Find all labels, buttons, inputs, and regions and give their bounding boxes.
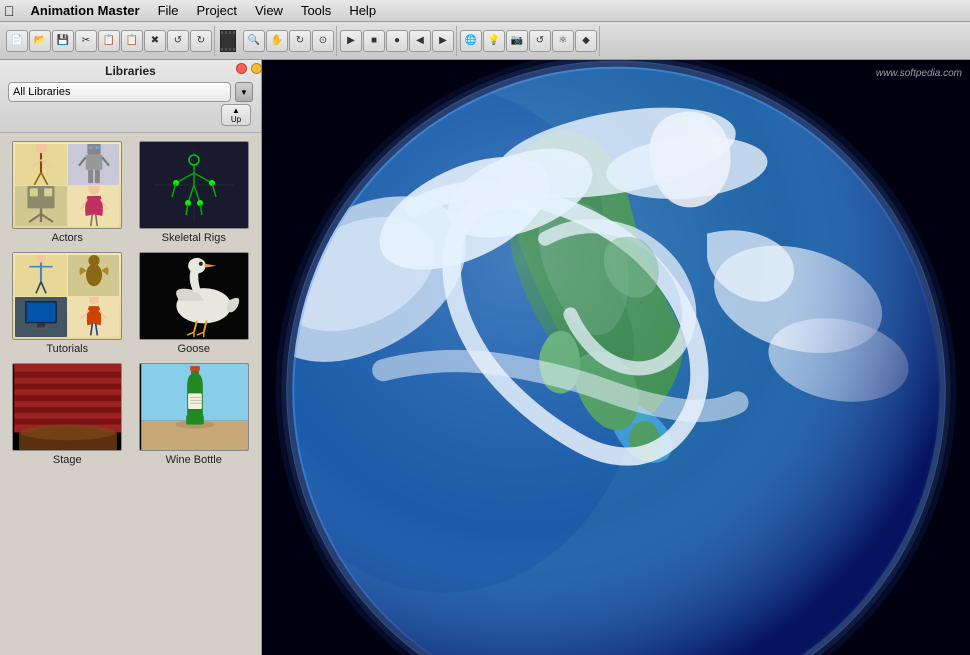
toolbar-play-btn[interactable]: ▶	[340, 30, 362, 52]
toolbar-render-btn[interactable]: 🌐	[460, 30, 482, 52]
toolbar-copy-btn[interactable]: 📋	[98, 30, 120, 52]
library-item-tutorials-label: Tutorials	[46, 343, 88, 355]
toolbar-undo-btn[interactable]: ↺	[167, 30, 189, 52]
toolbar-paste-btn[interactable]: 📋	[121, 30, 143, 52]
toolbar-rotate-btn[interactable]: ↻	[289, 30, 311, 52]
viewport: www.softpedia.com	[262, 60, 970, 655]
menu-help[interactable]: Help	[341, 1, 384, 20]
toolbar-redo-btn[interactable]: ↻	[190, 30, 212, 52]
library-thumb-skeletal	[139, 141, 249, 229]
library-item-stage[interactable]: Stage	[8, 363, 127, 466]
menu-project[interactable]: Project	[189, 1, 245, 20]
library-item-actors-label: Actors	[52, 232, 83, 244]
library-item-skeletal[interactable]: Skeletal Rigs	[135, 141, 254, 244]
toolbar-group-file: 📄 📂 💾 ✂ 📋 📋 ✖ ↺ ↻	[4, 26, 215, 56]
apple-logo-icon[interactable]: 	[4, 3, 15, 19]
library-thumb-stage	[12, 363, 122, 451]
library-thumb-wine-bottle	[139, 363, 249, 451]
library-item-wine-bottle-label: Wine Bottle	[166, 454, 222, 466]
toolbar-camera-btn[interactable]: 📷	[506, 30, 528, 52]
libraries-panel: Libraries All Libraries Actors Skeletal …	[0, 60, 262, 655]
library-item-actors[interactable]: Actors	[8, 141, 127, 244]
toolbar-stop-btn[interactable]: ■	[363, 30, 385, 52]
toolbar-group-view: 🔍 ✋ ↻ ⊙	[241, 26, 337, 56]
window-buttons	[236, 63, 262, 74]
toolbar-bone-btn[interactable]: ⚛	[552, 30, 574, 52]
toolbar-zoom-btn[interactable]: 🔍	[243, 30, 265, 52]
toolbar-open-btn[interactable]: 📂	[29, 30, 51, 52]
main-area: Libraries All Libraries Actors Skeletal …	[0, 60, 970, 655]
library-item-stage-label: Stage	[53, 454, 82, 466]
menu-file[interactable]: File	[150, 1, 187, 20]
toolbar: 📄 📂 💾 ✂ 📋 📋 ✖ ↺ ↻ 🔍 ✋ ↻ ⊙ ▶ ■ ● ◀ ▶ 🌐 💡 …	[0, 22, 970, 60]
window-close-btn[interactable]	[236, 63, 247, 74]
library-item-tutorials[interactable]: Tutorials	[8, 252, 127, 355]
toolbar-model-btn[interactable]: ◆	[575, 30, 597, 52]
library-grid: Actors	[0, 133, 261, 655]
menu-app-name[interactable]: Animation Master	[23, 1, 148, 20]
library-item-wine-bottle[interactable]: Wine Bottle	[135, 363, 254, 466]
library-thumb-goose	[139, 252, 249, 340]
menu-tools[interactable]: Tools	[293, 1, 339, 20]
toolbar-reset-btn[interactable]: ⊙	[312, 30, 334, 52]
library-controls: All Libraries Actors Skeletal Rigs Tutor…	[6, 82, 255, 102]
library-header: Libraries All Libraries Actors Skeletal …	[0, 60, 261, 133]
earth-visual: www.softpedia.com	[262, 60, 970, 655]
library-item-goose[interactable]: Goose	[135, 252, 254, 355]
toolbar-select-btn[interactable]: ↺	[529, 30, 551, 52]
library-selector[interactable]: All Libraries Actors Skeletal Rigs Tutor…	[8, 82, 231, 102]
library-up-button[interactable]: ▲ Up	[221, 104, 251, 126]
toolbar-new-btn[interactable]: 📄	[6, 30, 28, 52]
library-thumb-actors	[12, 141, 122, 229]
menu-view[interactable]: View	[247, 1, 291, 20]
library-selector-arrow-icon[interactable]: ▼	[235, 82, 253, 102]
toolbar-frame-prev-btn[interactable]: ◀	[409, 30, 431, 52]
toolbar-film-icon	[220, 30, 236, 52]
library-thumb-tutorials	[12, 252, 122, 340]
toolbar-pan-btn[interactable]: ✋	[266, 30, 288, 52]
toolbar-save-btn[interactable]: 💾	[52, 30, 74, 52]
toolbar-delete-btn[interactable]: ✖	[144, 30, 166, 52]
up-label: Up	[231, 115, 241, 124]
library-title: Libraries	[105, 64, 156, 78]
watermark: www.softpedia.com	[876, 68, 962, 79]
toolbar-record-btn[interactable]: ●	[386, 30, 408, 52]
toolbar-cut-btn[interactable]: ✂	[75, 30, 97, 52]
window-minimize-btn[interactable]	[251, 63, 262, 74]
toolbar-group-anim: ▶ ■ ● ◀ ▶	[338, 26, 457, 56]
up-arrow-icon: ▲	[232, 106, 240, 115]
toolbar-frame-next-btn[interactable]: ▶	[432, 30, 454, 52]
library-item-goose-label: Goose	[178, 343, 210, 355]
library-item-skeletal-label: Skeletal Rigs	[162, 232, 226, 244]
toolbar-group-render: 🌐 💡 📷 ↺ ⚛ ◆	[458, 26, 600, 56]
menubar:  Animation Master File Project View Too…	[0, 0, 970, 22]
toolbar-light-btn[interactable]: 💡	[483, 30, 505, 52]
